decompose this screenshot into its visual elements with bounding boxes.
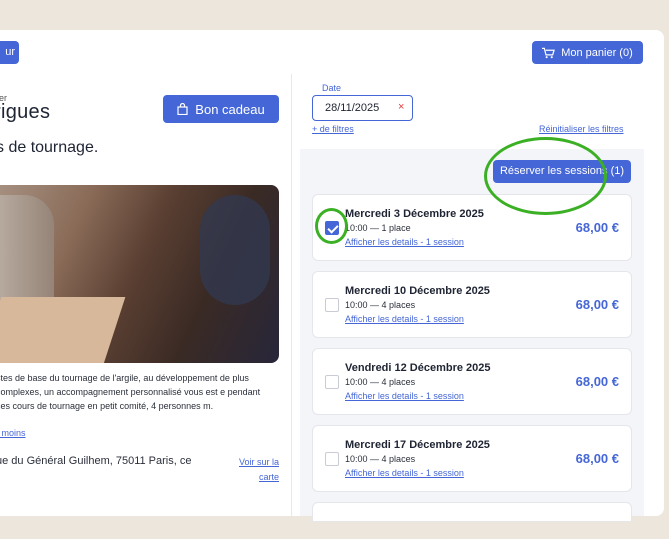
view-map-link[interactable]: Voir sur la carte	[226, 455, 279, 485]
cart-icon	[542, 47, 556, 58]
session-price: 68,00 €	[575, 220, 619, 235]
session-places: 4 places	[381, 377, 416, 387]
session-places: 4 places	[381, 300, 416, 310]
session-details-link[interactable]: Afficher les details - 1 session	[345, 237, 464, 247]
session-price: 68,00 €	[575, 374, 619, 389]
session-meta: 10:00 — 1 place	[345, 223, 411, 233]
gift-bag-icon	[177, 103, 188, 115]
reset-filters-link[interactable]: Réinitialiser les filtres	[539, 124, 624, 134]
session-date: Vendredi 12 Décembre 2025	[345, 362, 491, 374]
session-details-link[interactable]: Afficher les details - 1 session	[345, 314, 464, 324]
workshop-address: ue du Général Guilhem, 75011 Paris, ce	[0, 455, 192, 467]
annotation-circle-reserve	[484, 137, 607, 215]
session-date: Mercredi 17 Décembre 2025	[345, 439, 490, 451]
session-meta: 10:00 — 4 places	[345, 300, 416, 310]
workshop-photo	[0, 185, 279, 363]
session-date: Mercredi 3 Décembre 2025	[345, 208, 484, 220]
session-time: 10:00	[345, 223, 368, 233]
session-card-partial[interactable]	[312, 502, 632, 522]
brand-name: rigues	[0, 101, 51, 123]
cart-button[interactable]: Mon panier (0)	[532, 41, 643, 64]
session-meta: 10:00 — 4 places	[345, 454, 416, 464]
workshop-description: stes de base du tournage de l'argile, au…	[0, 373, 261, 411]
session-date: Mercredi 10 Décembre 2025	[345, 285, 490, 297]
session-details-link[interactable]: Afficher les details - 1 session	[345, 468, 464, 478]
session-checkbox[interactable]	[325, 298, 339, 312]
session-places: 4 places	[381, 454, 416, 464]
see-less-link[interactable]: r moins	[0, 428, 26, 438]
session-price: 68,00 €	[575, 297, 619, 312]
session-time: 10:00	[345, 300, 368, 310]
session-time: 10:00	[345, 454, 368, 464]
session-card[interactable]: Mercredi 10 Décembre 2025 10:00 — 4 plac…	[312, 271, 632, 338]
session-card[interactable]: Mercredi 17 Décembre 2025 10:00 — 4 plac…	[312, 425, 632, 492]
date-label: Date	[322, 83, 342, 93]
workshop-subtitle: s de tournage.	[0, 139, 99, 156]
session-details-link[interactable]: Afficher les details - 1 session	[345, 391, 464, 401]
cart-label: Mon panier (0)	[561, 46, 633, 59]
column-divider	[291, 74, 292, 516]
more-filters-link[interactable]: + de filtres	[312, 124, 354, 134]
session-price: 68,00 €	[575, 451, 619, 466]
gift-card-label: Bon cadeau	[195, 101, 265, 117]
session-time: 10:00	[345, 377, 368, 387]
session-checkbox[interactable]	[325, 452, 339, 466]
session-card[interactable]: Vendredi 12 Décembre 2025 10:00 — 4 plac…	[312, 348, 632, 415]
session-checkbox[interactable]	[325, 375, 339, 389]
clear-date-icon[interactable]: ×	[398, 101, 404, 113]
annotation-circle-checkbox	[315, 208, 348, 244]
session-places: 1 place	[381, 223, 411, 233]
back-button[interactable]: ur	[0, 41, 19, 64]
session-meta: 10:00 — 4 places	[345, 377, 416, 387]
gift-card-button[interactable]: Bon cadeau	[163, 95, 279, 123]
